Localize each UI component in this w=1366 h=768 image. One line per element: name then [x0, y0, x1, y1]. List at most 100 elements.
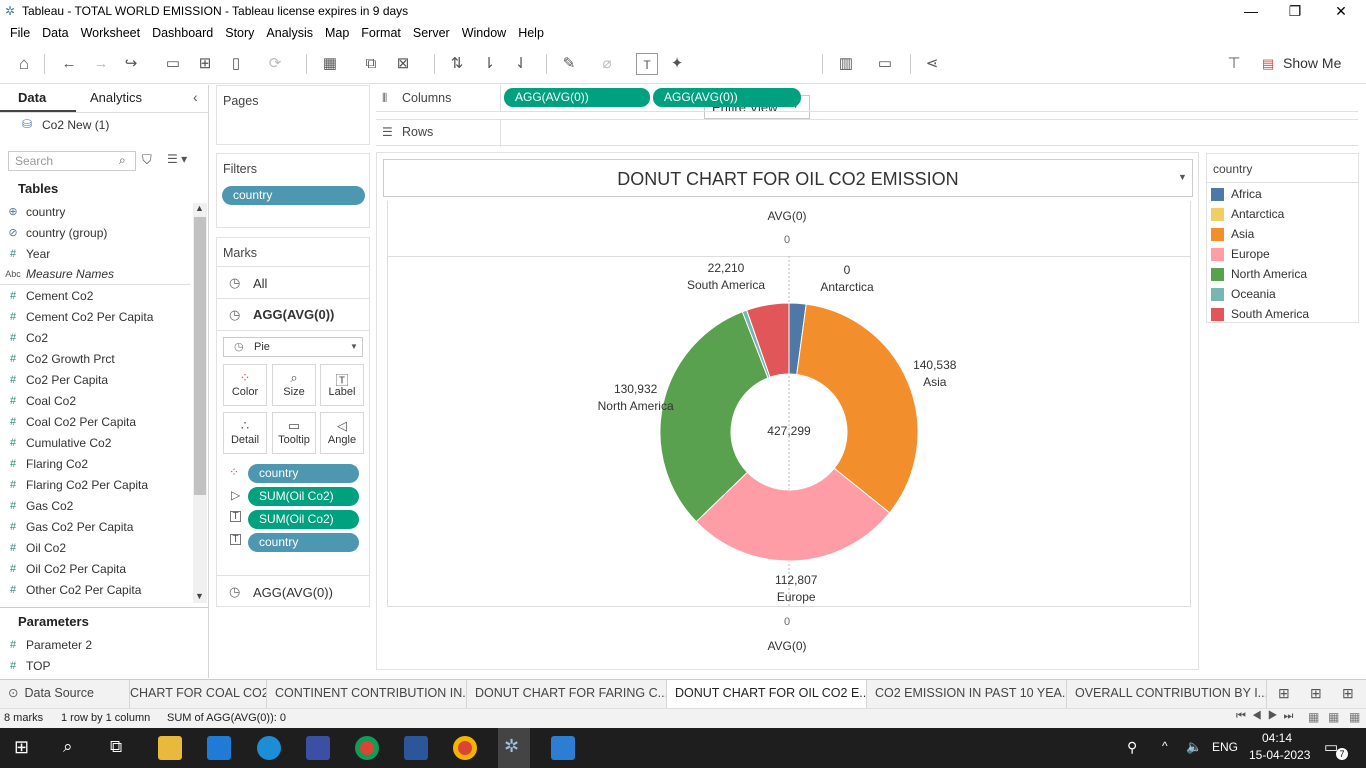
field-item[interactable]: # Flaring Co2 Per Capita: [0, 474, 190, 495]
menu-file[interactable]: File: [4, 26, 36, 40]
field-item[interactable]: # Co2 Growth Prct: [0, 348, 190, 369]
edge-icon[interactable]: [257, 736, 281, 760]
windows-start-icon[interactable]: ⊞: [14, 737, 29, 758]
column-pill-1[interactable]: AGG(AVG(0)): [504, 88, 650, 107]
legend-item[interactable]: South America: [1211, 304, 1309, 324]
field-scrollbar[interactable]: ▲ ▼: [193, 203, 207, 603]
field-item[interactable]: Abc Measure Names: [0, 264, 190, 285]
legend-item[interactable]: Asia: [1211, 224, 1254, 244]
volume-icon[interactable]: 🔈: [1186, 739, 1202, 755]
sheet-tab-overall[interactable]: OVERALL CONTRIBUTION BY I...: [1067, 680, 1267, 708]
column-pill-2[interactable]: AGG(AVG(0)): [653, 88, 801, 107]
mark-pill-label-country[interactable]: country: [248, 533, 359, 552]
menu-server[interactable]: Server: [407, 26, 456, 40]
people-icon[interactable]: ⚲: [1127, 739, 1137, 756]
sheet-tab-oil-active[interactable]: DONUT CHART FOR OIL CO2 E...: [667, 680, 867, 708]
label-button[interactable]: 🅃 Label: [320, 364, 364, 406]
swap-icon[interactable]: ⇅: [446, 53, 468, 75]
menu-help[interactable]: Help: [512, 26, 550, 40]
filter-pill-country[interactable]: country: [222, 186, 365, 205]
mark-pill-country-color[interactable]: country: [248, 464, 359, 483]
field-item[interactable]: # Gas Co2: [0, 495, 190, 516]
field-item[interactable]: # Cumulative Co2: [0, 432, 190, 453]
tooltip-button[interactable]: ▭ Tooltip: [272, 412, 316, 454]
duplicate-sheet-icon[interactable]: ⧉: [360, 53, 382, 75]
datasource-name[interactable]: Co2 New (1): [42, 118, 109, 132]
menu-worksheet[interactable]: Worksheet: [75, 26, 147, 40]
chrome-profile-icon[interactable]: [453, 736, 477, 760]
show-labels-icon[interactable]: T: [636, 53, 658, 75]
store-icon[interactable]: [306, 736, 330, 760]
save-icon[interactable]: ▭: [162, 53, 184, 75]
menu-dashboard[interactable]: Dashboard: [146, 26, 219, 40]
show-me-button[interactable]: Show Me: [1283, 55, 1341, 71]
tab-analytics[interactable]: Analytics: [90, 85, 142, 111]
donut-slice-asia[interactable]: [796, 303, 919, 514]
new-sheet-icon[interactable]: ▦: [319, 53, 341, 75]
view-list-icon[interactable]: ☰ ▾: [167, 152, 187, 166]
pages-card[interactable]: Pages: [216, 85, 370, 145]
field-item[interactable]: # Coal Co2 Per Capita: [0, 411, 190, 432]
sheet-tab-co2-past[interactable]: CO2 EMISSION IN PAST 10 YEA...: [867, 680, 1067, 708]
filter-icon[interactable]: ⛉: [142, 152, 152, 168]
search-box[interactable]: Search ⌕: [8, 151, 136, 171]
legend-item[interactable]: Antarctica: [1211, 204, 1284, 224]
new-worksheet-icon[interactable]: ⊞: [1278, 685, 1290, 702]
menu-analysis[interactable]: Analysis: [260, 26, 319, 40]
field-item[interactable]: # Coal Co2: [0, 390, 190, 411]
close-button[interactable]: ✕: [1318, 0, 1364, 22]
pin-icon[interactable]: ✦: [666, 53, 688, 75]
chrome-icon[interactable]: [355, 736, 379, 760]
marks-agg-tab-2[interactable]: AGG(AVG(0)): [253, 585, 333, 600]
photos-icon[interactable]: [551, 736, 575, 760]
field-item[interactable]: # Co2 Per Capita: [0, 369, 190, 390]
legend-item[interactable]: North America: [1211, 264, 1307, 284]
show-me-icon[interactable]: ▤: [1262, 56, 1274, 72]
search-icon[interactable]: ⌕: [63, 737, 73, 757]
mark-type-select[interactable]: ◷ Pie ▼: [223, 337, 363, 357]
field-item[interactable]: # Cement Co2: [0, 285, 190, 306]
parameter-item[interactable]: # TOP: [0, 655, 190, 676]
field-item[interactable]: # Oil Co2 Per Capita: [0, 558, 190, 579]
mail-icon[interactable]: [207, 736, 231, 760]
field-item[interactable]: # Gas Co2 Per Capita: [0, 516, 190, 537]
clock-time[interactable]: 04:14: [1262, 731, 1292, 745]
angle-button[interactable]: ◁ Angle: [320, 412, 364, 454]
menu-format[interactable]: Format: [355, 26, 407, 40]
sort-desc-icon[interactable]: ⇃: [510, 53, 532, 75]
legend-item[interactable]: Europe: [1211, 244, 1270, 264]
group-icon[interactable]: ⌀: [596, 53, 618, 75]
word-icon[interactable]: [404, 736, 428, 760]
clock-date[interactable]: 15-04-2023: [1249, 748, 1310, 762]
minimize-button[interactable]: —: [1228, 0, 1274, 22]
tab-data[interactable]: Data: [18, 85, 46, 111]
cards-icon[interactable]: ▥: [835, 53, 857, 75]
sheet-tab-coal[interactable]: CHART FOR COAL CO2: [130, 680, 267, 708]
mark-pill-label-sum[interactable]: SUM(Oil Co2): [248, 510, 359, 529]
size-button[interactable]: ⌕ Size: [272, 364, 316, 406]
legend-item[interactable]: Africa: [1211, 184, 1262, 204]
parameter-item[interactable]: # Parameter 2: [0, 634, 190, 655]
mark-pill-angle[interactable]: SUM(Oil Co2): [248, 487, 359, 506]
marks-agg-tab[interactable]: AGG(AVG(0)): [253, 307, 334, 322]
refresh-icon[interactable]: ⟳: [264, 53, 286, 75]
field-item[interactable]: ⊕ country: [0, 201, 190, 222]
marks-all-tab[interactable]: All: [253, 276, 267, 291]
field-item[interactable]: ⊘ country (group): [0, 222, 190, 243]
filters-card[interactable]: Filters country: [216, 153, 370, 228]
menu-window[interactable]: Window: [456, 26, 512, 40]
legend-item[interactable]: Oceania: [1211, 284, 1276, 304]
back-icon[interactable]: ←: [58, 53, 80, 75]
home-icon[interactable]: ⌂: [13, 53, 35, 75]
detail-button[interactable]: ∴ Detail: [223, 412, 267, 454]
menu-story[interactable]: Story: [219, 26, 260, 40]
language-indicator[interactable]: ENG: [1212, 740, 1238, 754]
field-item[interactable]: # Year: [0, 243, 190, 264]
columns-shelf[interactable]: ⦀ Columns AGG(AVG(0)) AGG(AVG(0)): [376, 85, 1358, 112]
collapse-icon[interactable]: ‹: [193, 89, 198, 105]
tableau-taskbar-active[interactable]: ✲: [498, 728, 530, 768]
highlight-icon[interactable]: ✎: [558, 53, 580, 75]
forward-icon[interactable]: →: [90, 53, 112, 75]
menu-map[interactable]: Map: [319, 26, 355, 40]
grid-icon[interactable]: ▦: [1349, 710, 1360, 724]
